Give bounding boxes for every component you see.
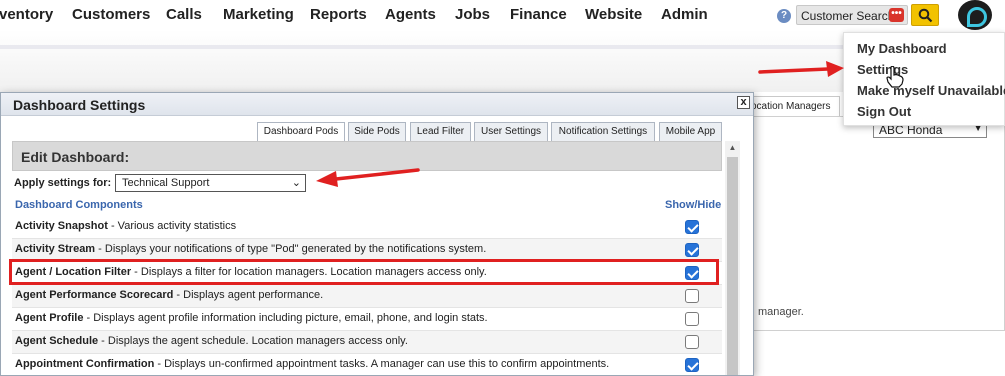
apply-settings-select[interactable]: Technical Support ⌄ xyxy=(115,174,306,192)
show-hide-checkbox[interactable] xyxy=(685,220,699,234)
chevron-down-icon: ⌄ xyxy=(291,177,301,189)
nav-item-website[interactable]: Website xyxy=(585,6,642,23)
component-description: Activity Snapshot - Various activity sta… xyxy=(15,220,236,232)
section-title: Edit Dashboard: xyxy=(21,149,130,165)
component-description: Appointment Confirmation - Displays un-c… xyxy=(15,358,609,370)
background-text: manager. xyxy=(758,306,804,318)
component-detail: - Displays the agent schedule. Location … xyxy=(98,335,408,347)
nav-item-jobs[interactable]: Jobs xyxy=(455,6,490,23)
tab-user-settings[interactable]: User Settings xyxy=(474,122,548,141)
menu-item-make-unavailable[interactable]: Make myself Unavailable xyxy=(857,83,1005,98)
nav-item-finance[interactable]: Finance xyxy=(510,6,567,23)
tab-notification-settings[interactable]: Notification Settings xyxy=(551,122,655,141)
table-row: Agent Schedule - Displays the agent sche… xyxy=(12,331,722,354)
table-row: Appointment Confirmation - Displays un-c… xyxy=(12,354,722,375)
user-avatar[interactable] xyxy=(958,0,992,30)
more-options-icon[interactable]: ••• xyxy=(889,8,904,22)
customer-search-field[interactable]: Customer Search ••• xyxy=(796,5,908,25)
tab-mobile-app[interactable]: Mobile App xyxy=(659,122,722,141)
component-name: Agent Schedule xyxy=(15,335,99,347)
dialog-title: Dashboard Settings xyxy=(13,97,146,113)
nav-item-admin[interactable]: Admin xyxy=(661,6,708,23)
top-navigation: ventory Customers Calls Marketing Report… xyxy=(0,0,1005,30)
show-hide-checkbox[interactable] xyxy=(685,358,699,372)
menu-item-my-dashboard[interactable]: My Dashboard xyxy=(857,41,947,56)
annotation-arrow-icon xyxy=(758,61,844,77)
component-description: Agent Profile - Displays agent profile i… xyxy=(15,312,488,324)
user-menu: My Dashboard Settings Make myself Unavai… xyxy=(843,32,1005,126)
dashboard-settings-dialog: Dashboard Settings x Dashboard Pods Side… xyxy=(0,92,754,376)
show-hide-column-header: Show/Hide xyxy=(665,199,722,211)
component-name: Activity Stream xyxy=(15,243,96,255)
component-name: Appointment Confirmation xyxy=(15,358,155,370)
component-name: Agent Profile xyxy=(15,312,84,324)
table-row: Agent Performance Scorecard - Displays a… xyxy=(12,285,722,308)
tab-dashboard-pods[interactable]: Dashboard Pods xyxy=(257,122,345,142)
nav-item-customers[interactable]: Customers xyxy=(72,6,150,23)
nav-item-inventory[interactable]: ventory xyxy=(0,6,53,23)
component-name: Agent Performance Scorecard xyxy=(15,289,174,301)
nav-item-agents[interactable]: Agents xyxy=(385,6,436,23)
show-hide-checkbox[interactable] xyxy=(685,289,699,303)
component-detail: - Displays agent performance. xyxy=(173,289,324,301)
close-icon[interactable]: x xyxy=(737,96,750,109)
component-description: Agent Performance Scorecard - Displays a… xyxy=(15,289,323,301)
apply-settings-label: Apply settings for: xyxy=(14,177,112,189)
tab-location-managers[interactable]: ocation Managers xyxy=(748,96,840,116)
annotation-arrow-icon xyxy=(316,168,420,187)
scroll-thumb[interactable] xyxy=(727,157,738,375)
highlight-box xyxy=(9,259,719,285)
component-detail: - Displays your notifications of type "P… xyxy=(95,243,487,255)
scroll-up-icon[interactable]: ▲ xyxy=(725,141,740,155)
component-description: Activity Stream - Displays your notifica… xyxy=(15,243,486,255)
help-icon[interactable]: ? xyxy=(777,9,791,23)
hand-cursor-icon xyxy=(886,66,904,88)
table-row: Agent Profile - Displays agent profile i… xyxy=(12,308,722,331)
tab-lead-filter[interactable]: Lead Filter xyxy=(410,122,471,141)
search-icon xyxy=(918,8,933,23)
dialog-title-bar: Dashboard Settings x xyxy=(1,93,753,116)
tab-side-pods[interactable]: Side Pods xyxy=(348,122,406,141)
show-hide-checkbox[interactable] xyxy=(685,335,699,349)
search-button[interactable] xyxy=(911,4,939,26)
location-managers-panel xyxy=(740,116,1005,331)
component-name: Activity Snapshot xyxy=(15,220,108,232)
components-column-header: Dashboard Components xyxy=(15,199,143,211)
component-description: Agent Schedule - Displays the agent sche… xyxy=(15,335,408,347)
table-row: Activity Snapshot - Various activity sta… xyxy=(12,216,722,239)
menu-item-sign-out[interactable]: Sign Out xyxy=(857,104,911,119)
nav-item-marketing[interactable]: Marketing xyxy=(223,6,294,23)
show-hide-checkbox[interactable] xyxy=(685,243,699,257)
customer-search-label: Customer Search xyxy=(801,9,895,23)
apply-settings-value: Technical Support xyxy=(122,177,210,189)
dialog-scrollbar[interactable]: ▲ xyxy=(725,141,740,375)
nav-item-calls[interactable]: Calls xyxy=(166,6,202,23)
component-detail: - Displays un-confirmed appointment task… xyxy=(154,358,610,370)
show-hide-checkbox[interactable] xyxy=(685,312,699,326)
nav-item-reports[interactable]: Reports xyxy=(310,6,367,23)
component-detail: - Various activity statistics xyxy=(107,220,237,232)
component-detail: - Displays agent profile information inc… xyxy=(83,312,488,324)
